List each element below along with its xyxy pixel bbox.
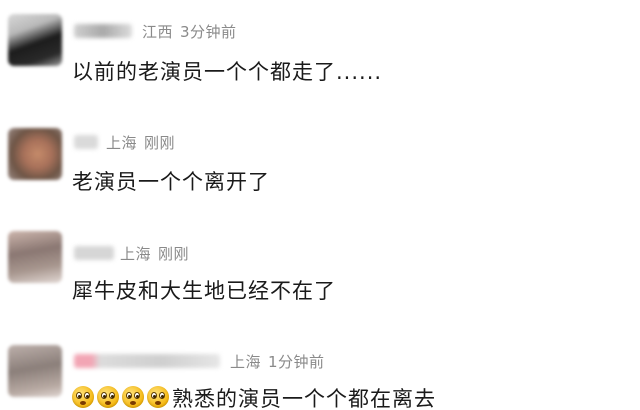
emoji-row — [72, 386, 169, 408]
avatar[interactable] — [8, 345, 62, 397]
flushed-face-icon — [97, 386, 119, 408]
comment-meta: 上海 刚刚 — [106, 132, 175, 153]
location-label: 江西 — [142, 23, 174, 41]
username-blurred[interactable] — [74, 354, 220, 368]
username-blurred[interactable] — [74, 246, 114, 260]
username-blurred[interactable] — [74, 24, 132, 38]
timestamp: 刚刚 — [144, 134, 176, 152]
timestamp: 1分钟前 — [268, 353, 325, 371]
comment-meta: 上海 刚刚 — [120, 243, 189, 264]
location-label: 上海 — [120, 245, 152, 263]
comment-text: 老演员一个个离开了 — [72, 170, 270, 194]
flushed-face-icon — [72, 386, 94, 408]
location-label: 上海 — [106, 134, 138, 152]
comment-text: 以前的老演员一个个都走了...... — [72, 60, 383, 84]
comment-meta: 上海 1分钟前 — [230, 351, 325, 372]
avatar[interactable] — [8, 14, 62, 66]
comment-text: 犀牛皮和大生地已经不在了 — [72, 279, 336, 303]
avatar[interactable] — [8, 128, 62, 180]
username-blurred[interactable] — [74, 135, 98, 149]
comment-meta: 江西 3分钟前 — [142, 21, 237, 42]
location-label: 上海 — [230, 353, 262, 371]
timestamp: 3分钟前 — [180, 23, 237, 41]
timestamp: 刚刚 — [158, 245, 190, 263]
flushed-face-icon — [147, 386, 169, 408]
flushed-face-icon — [122, 386, 144, 408]
comment-text: 熟悉的演员一个个都在离去 — [172, 387, 436, 410]
avatar[interactable] — [8, 231, 62, 283]
